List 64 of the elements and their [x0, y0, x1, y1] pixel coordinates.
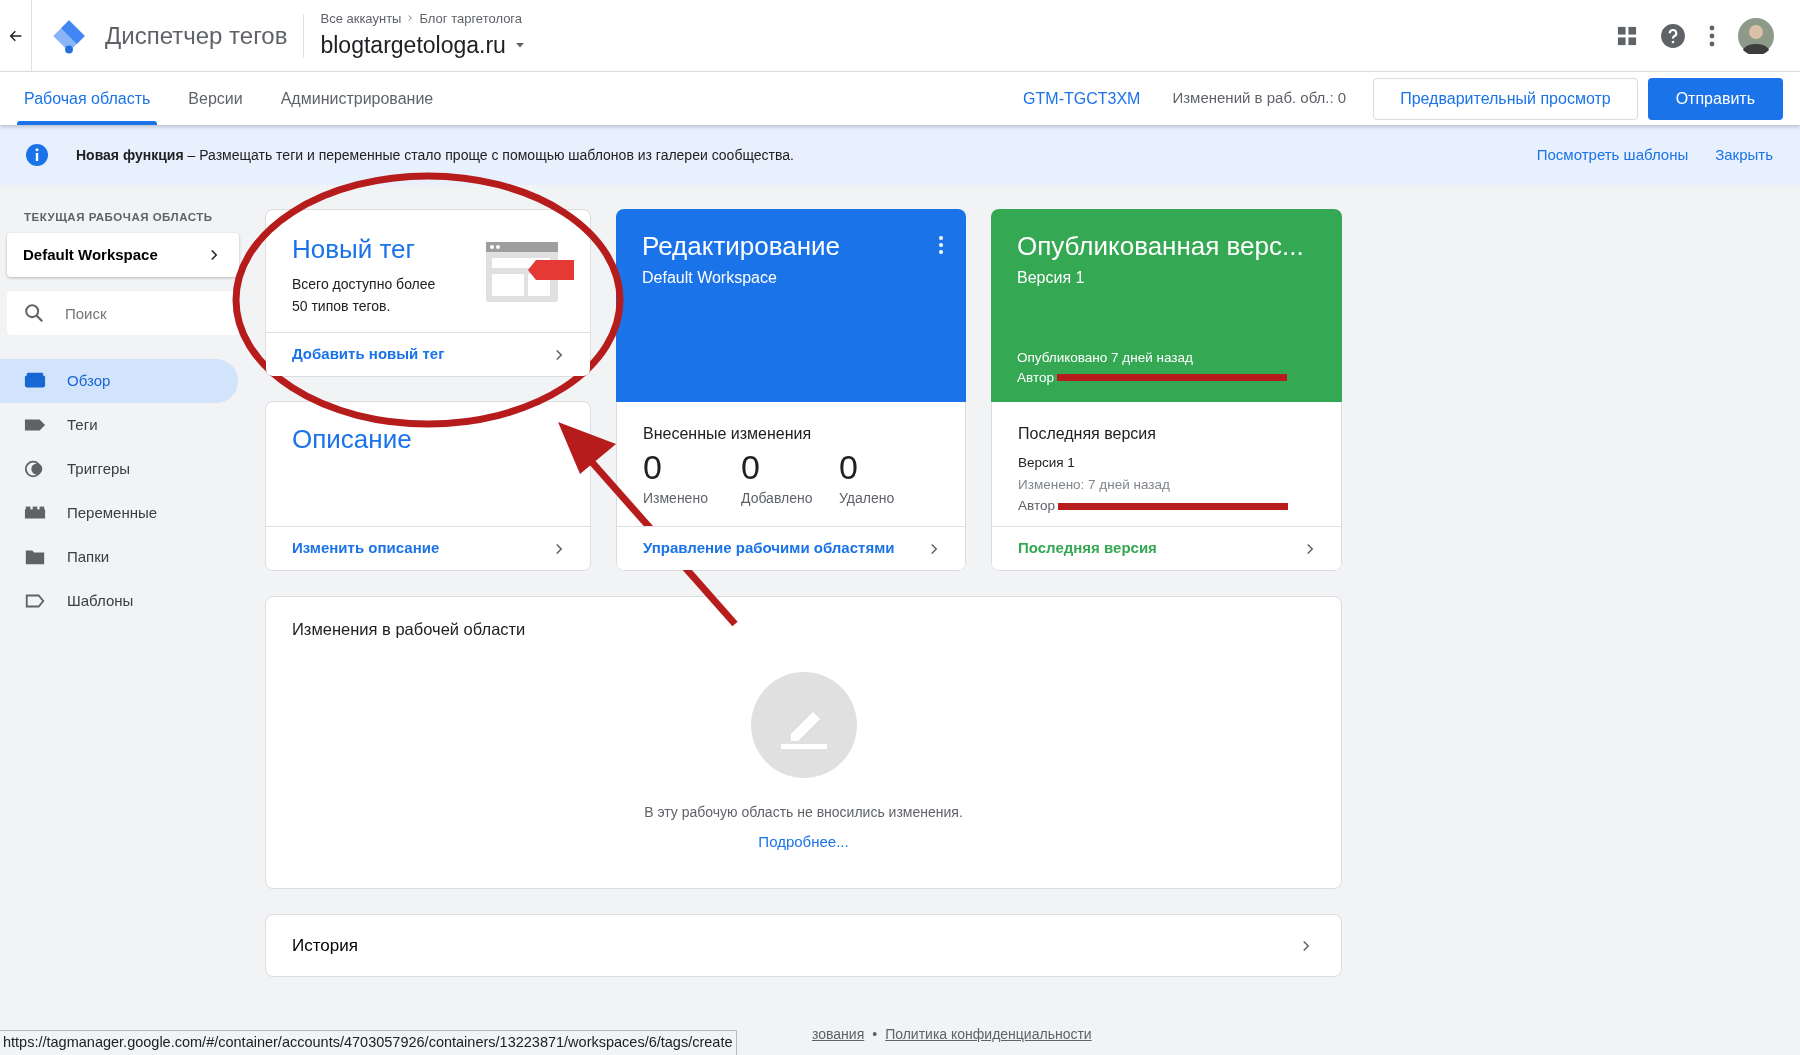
tab[interactable]: Версии: [169, 72, 262, 125]
card-title: Редактирование: [642, 230, 842, 263]
nav-item[interactable]: Шаблоны: [0, 579, 238, 624]
info-icon: [25, 143, 49, 167]
learn-more-link[interactable]: Подробнее...: [758, 830, 849, 854]
author-label: Автор: [1018, 497, 1055, 515]
container-selector[interactable]: blogtargetologa.ru: [320, 28, 526, 63]
breadcrumb-link[interactable]: Блог таргетолога: [419, 8, 523, 28]
author-label: Автор: [1017, 368, 1054, 387]
stat-label: Добавлено: [741, 489, 813, 508]
banner-message: Новая функция – Размещать теги и переменные стало проще с помощью шаблонов из галереи сообщества.: [76, 145, 794, 165]
stat-label: Удалено: [839, 489, 896, 508]
nav-item[interactable]: Обзор: [0, 359, 238, 404]
published-date: Опубликовано 7 дней назад: [1017, 348, 1194, 367]
stat-value: 0: [643, 447, 663, 488]
banner-link[interactable]: Закрыть: [1715, 143, 1773, 167]
card-text: Всего доступно более 50 типов тегов.: [292, 275, 437, 316]
section-title: Последняя версия: [1018, 424, 1157, 444]
card-title: Описание: [291, 423, 413, 456]
stat-label: Изменено: [643, 489, 709, 508]
nav-item[interactable]: Теги: [0, 403, 238, 448]
separator-dot: •: [872, 1025, 878, 1044]
status-bar-url: https://tagmanager.google.com/#/container/accounts/4703057926/containers/13223871/workspaces/6/tags/create: [0, 1030, 737, 1055]
version-name: Версия 1: [1018, 454, 1076, 472]
card-title: Изменения в рабочей области: [291, 619, 527, 640]
card-link[interactable]: Изменить описание: [266, 526, 590, 570]
stat-value: 0: [741, 447, 761, 488]
app-title: Диспетчер тегов: [105, 20, 288, 51]
card-link[interactable]: Последняя версия: [992, 526, 1341, 570]
card-link[interactable]: Управление рабочими областями: [617, 526, 965, 570]
help-icon[interactable]: [1660, 22, 1686, 49]
changes-count: Изменений в раб. обл.: 0: [1172, 88, 1347, 109]
submit-button[interactable]: Отправить: [1647, 77, 1783, 120]
card-link[interactable]: Добавить новый тег: [266, 332, 590, 376]
tab[interactable]: Рабочая область: [5, 72, 170, 125]
stat-value: 0: [839, 447, 859, 488]
empty-state-text: В эту рабочую область не вносились изменения.: [644, 802, 963, 822]
card-subtitle: Версия 1: [1017, 268, 1086, 288]
nav-item[interactable]: Триггеры: [0, 447, 238, 492]
banner-link[interactable]: Посмотреть шаблоны: [1536, 143, 1689, 167]
nav-item[interactable]: Папки: [0, 535, 238, 580]
search-icon: [23, 302, 45, 325]
footer-link[interactable]: Политика конфиденциальности: [885, 1024, 1092, 1045]
nav-item[interactable]: Переменные: [0, 491, 238, 536]
workspace-selector[interactable]: Default Workspace: [7, 233, 239, 278]
footer-link[interactable]: зования: [812, 1024, 865, 1045]
container-id-link[interactable]: GTM-TGCT3XM: [1023, 86, 1141, 111]
card-title: Опубликованная верс...: [1017, 230, 1305, 263]
modified-date: Изменено: 7 дней назад: [1018, 476, 1171, 494]
tag-template-icon: [484, 240, 576, 304]
more-menu-icon[interactable]: [938, 235, 944, 255]
apps-grid-icon[interactable]: [1616, 24, 1638, 47]
card-title: Новый тег: [292, 233, 417, 266]
breadcrumb-link[interactable]: Все аккаунты: [320, 8, 402, 28]
history-row[interactable]: История: [265, 914, 1342, 977]
tab[interactable]: Администрирование: [261, 72, 453, 125]
edit-pencil-icon: [750, 671, 857, 778]
avatar-icon[interactable]: [1738, 17, 1774, 54]
section-label: ТЕКУЩАЯ РАБОЧАЯ ОБЛАСТЬ: [23, 210, 214, 225]
more-menu-icon[interactable]: [1708, 23, 1716, 48]
search-field[interactable]: Поиск: [7, 291, 239, 336]
card-subtitle: Default Workspace: [642, 268, 778, 288]
preview-button[interactable]: Предварительный просмотр: [1373, 77, 1638, 120]
section-title: Внесенные изменения: [643, 424, 813, 444]
